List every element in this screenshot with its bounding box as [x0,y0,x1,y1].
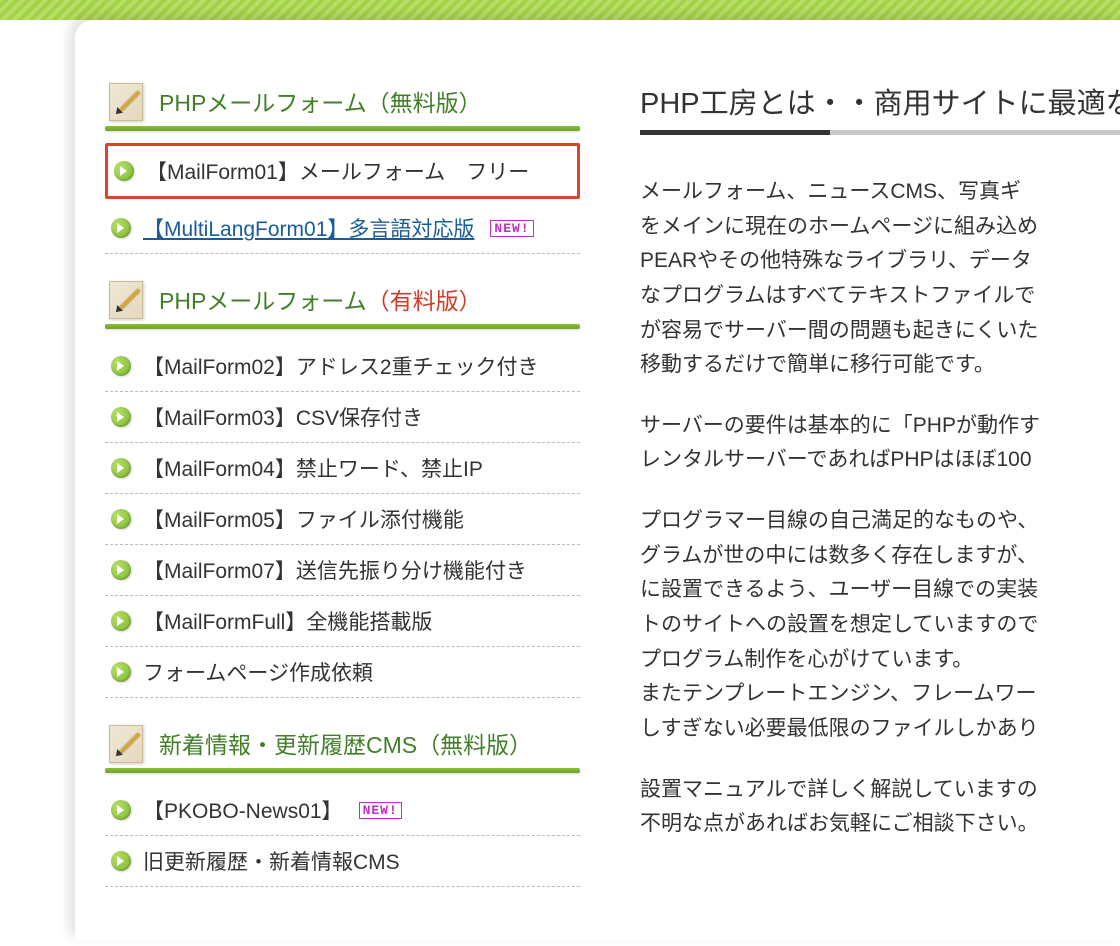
item-label: 【MailForm03】CSV保存付き [143,402,423,432]
sidebar: PHPメールフォーム（無料版） 【MailForm01】メールフォーム フリー … [105,80,580,940]
page-title: PHP工房とは・・商用サイトに最適な [640,80,1120,130]
section-title-suffix: （無料版） [367,90,482,116]
main-content: PHP工房とは・・商用サイトに最適な メールフォーム、ニュースCMS、写真ギ を… [580,80,1120,940]
sidebar-item-mailform04[interactable]: 【MailForm04】禁止ワード、禁止IP [105,443,580,494]
title-underline [640,130,1120,135]
sidebar-item-old-news-cms[interactable]: 旧更新履歴・新着情報CMS [105,836,580,887]
item-label: 旧更新履歴・新着情報CMS [143,846,400,876]
sidebar-item-mailform01[interactable]: 【MailForm01】メールフォーム フリー [105,143,580,199]
main-body: メールフォーム、ニュースCMS、写真ギ をメインに現在のホームページに組み込め … [640,175,1120,842]
section-title-suffix: （有料版） [367,288,482,314]
body-paragraph: プログラマー目線の自己満足的なものや、 グラムが世の中には数多く存在しますが、 … [640,504,1120,746]
arrow-bullet-icon [111,407,131,427]
section-title: PHPメールフォーム（有料版） [159,278,482,322]
sidebar-item-mailform07[interactable]: 【MailForm07】送信先振り分け機能付き [105,545,580,596]
item-label: 【PKOBO-News01】 [143,795,343,825]
item-label: 【MailForm01】メールフォーム フリー [146,156,529,186]
body-paragraph: サーバーの要件は基本的に「PHPが動作す レンタルサーバーであればPHPはほぼ1… [640,409,1120,478]
main-title-wrap: PHP工房とは・・商用サイトに最適な [640,80,1120,135]
item-label: フォームページ作成依頼 [143,657,373,687]
section-title: 新着情報・更新履歴CMS（無料版） [159,722,532,766]
section-underline [105,768,580,773]
arrow-bullet-icon [111,458,131,478]
body-paragraph: 設置マニュアルで詳しく解説していますの 不明な点があればお気軽にご相談下さい。 [640,773,1120,842]
sidebar-item-multilangform01[interactable]: 【MultiLangForm01】多言語対応版 NEW! [105,203,580,254]
item-label: 【MailFormFull】全機能搭載版 [143,606,432,636]
page-pencil-icon [105,81,147,123]
section-underline [105,126,580,131]
page-wrapper: PHPメールフォーム（無料版） 【MailForm01】メールフォーム フリー … [0,20,1120,940]
section-header: PHPメールフォーム（有料版） [105,278,580,322]
arrow-bullet-icon [111,611,131,631]
item-label: 【MultiLangForm01】多言語対応版 [143,213,474,243]
sidebar-item-form-request[interactable]: フォームページ作成依頼 [105,647,580,698]
page-pencil-icon [105,723,147,765]
section-title-prefix: PHPメールフォーム [159,90,367,116]
arrow-bullet-icon [111,851,131,871]
sidebar-item-mailform02[interactable]: 【MailForm02】アドレス2重チェック付き [105,341,580,392]
arrow-bullet-icon [111,800,131,820]
section-header: 新着情報・更新履歴CMS（無料版） [105,722,580,766]
body-paragraph: メールフォーム、ニュースCMS、写真ギ をメインに現在のホームページに組み込め … [640,175,1120,383]
item-list: 【PKOBO-News01】 NEW! 旧更新履歴・新着情報CMS [105,785,580,887]
sidebar-item-mailform03[interactable]: 【MailForm03】CSV保存付き [105,392,580,443]
sidebar-section-mailform-free: PHPメールフォーム（無料版） 【MailForm01】メールフォーム フリー … [105,80,580,254]
item-list: 【MailForm02】アドレス2重チェック付き 【MailForm03】CSV… [105,341,580,698]
section-header: PHPメールフォーム（無料版） [105,80,580,124]
section-title-prefix: PHPメールフォーム [159,288,367,314]
top-decorative-bar [0,0,1120,20]
sidebar-item-pkobo-news01[interactable]: 【PKOBO-News01】 NEW! [105,785,580,836]
section-underline [105,324,580,329]
sidebar-item-mailform05[interactable]: 【MailForm05】ファイル添付機能 [105,494,580,545]
new-badge: NEW! [490,220,533,237]
sidebar-section-mailform-paid: PHPメールフォーム（有料版） 【MailForm02】アドレス2重チェック付き… [105,278,580,698]
arrow-bullet-icon [111,560,131,580]
section-title: PHPメールフォーム（無料版） [159,80,482,124]
sidebar-item-mailformfull[interactable]: 【MailFormFull】全機能搭載版 [105,596,580,647]
section-title-prefix: 新着情報・更新履歴CMS [159,732,417,758]
arrow-bullet-icon [114,161,134,181]
sidebar-section-news-cms: 新着情報・更新履歴CMS（無料版） 【PKOBO-News01】 NEW! 旧更… [105,722,580,887]
section-title-suffix: （無料版） [417,732,532,758]
arrow-bullet-icon [111,662,131,682]
item-label: 【MailForm07】送信先振り分け機能付き [143,555,527,585]
item-list: 【MailForm01】メールフォーム フリー 【MultiLangForm01… [105,143,580,254]
item-label: 【MailForm04】禁止ワード、禁止IP [143,453,483,483]
item-label: 【MailForm05】ファイル添付機能 [143,504,464,534]
content-card: PHPメールフォーム（無料版） 【MailForm01】メールフォーム フリー … [75,20,1120,940]
arrow-bullet-icon [111,218,131,238]
page-pencil-icon [105,279,147,321]
arrow-bullet-icon [111,509,131,529]
item-label: 【MailForm02】アドレス2重チェック付き [143,351,539,381]
arrow-bullet-icon [111,356,131,376]
new-badge: NEW! [359,802,402,819]
